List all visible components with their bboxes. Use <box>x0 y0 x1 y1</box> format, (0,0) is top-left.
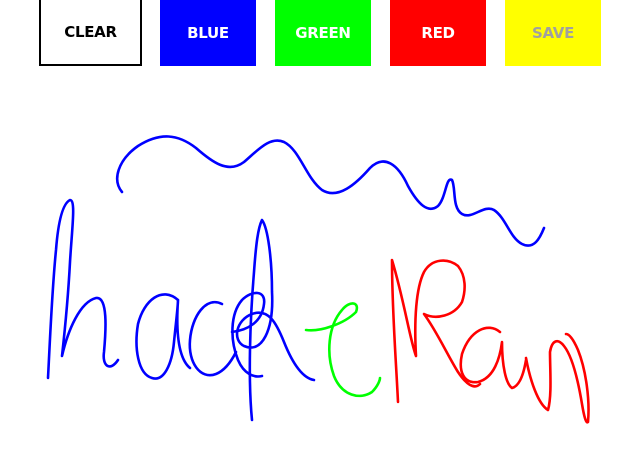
stroke-blue-wave <box>116 135 546 247</box>
stroke-blue-k <box>235 218 316 422</box>
green-color-button[interactable]: GREEN <box>275 0 371 66</box>
stroke-blue-a <box>135 293 192 380</box>
drawing-surface[interactable] <box>0 0 636 471</box>
stroke-blue-c <box>188 301 238 377</box>
clear-button[interactable]: CLEAR <box>39 0 142 66</box>
stroke-red-a <box>459 326 528 390</box>
blue-color-button[interactable]: BLUE <box>160 0 256 66</box>
stroke-green-e <box>304 302 382 398</box>
red-color-button[interactable]: RED <box>390 0 486 66</box>
stroke-blue-h <box>46 198 120 380</box>
toolbar: CLEAR BLUE GREEN RED SAVE <box>0 0 636 68</box>
stroke-red-m <box>524 332 590 424</box>
save-button[interactable]: SAVE <box>505 0 601 66</box>
drawing-canvas[interactable] <box>0 0 636 471</box>
